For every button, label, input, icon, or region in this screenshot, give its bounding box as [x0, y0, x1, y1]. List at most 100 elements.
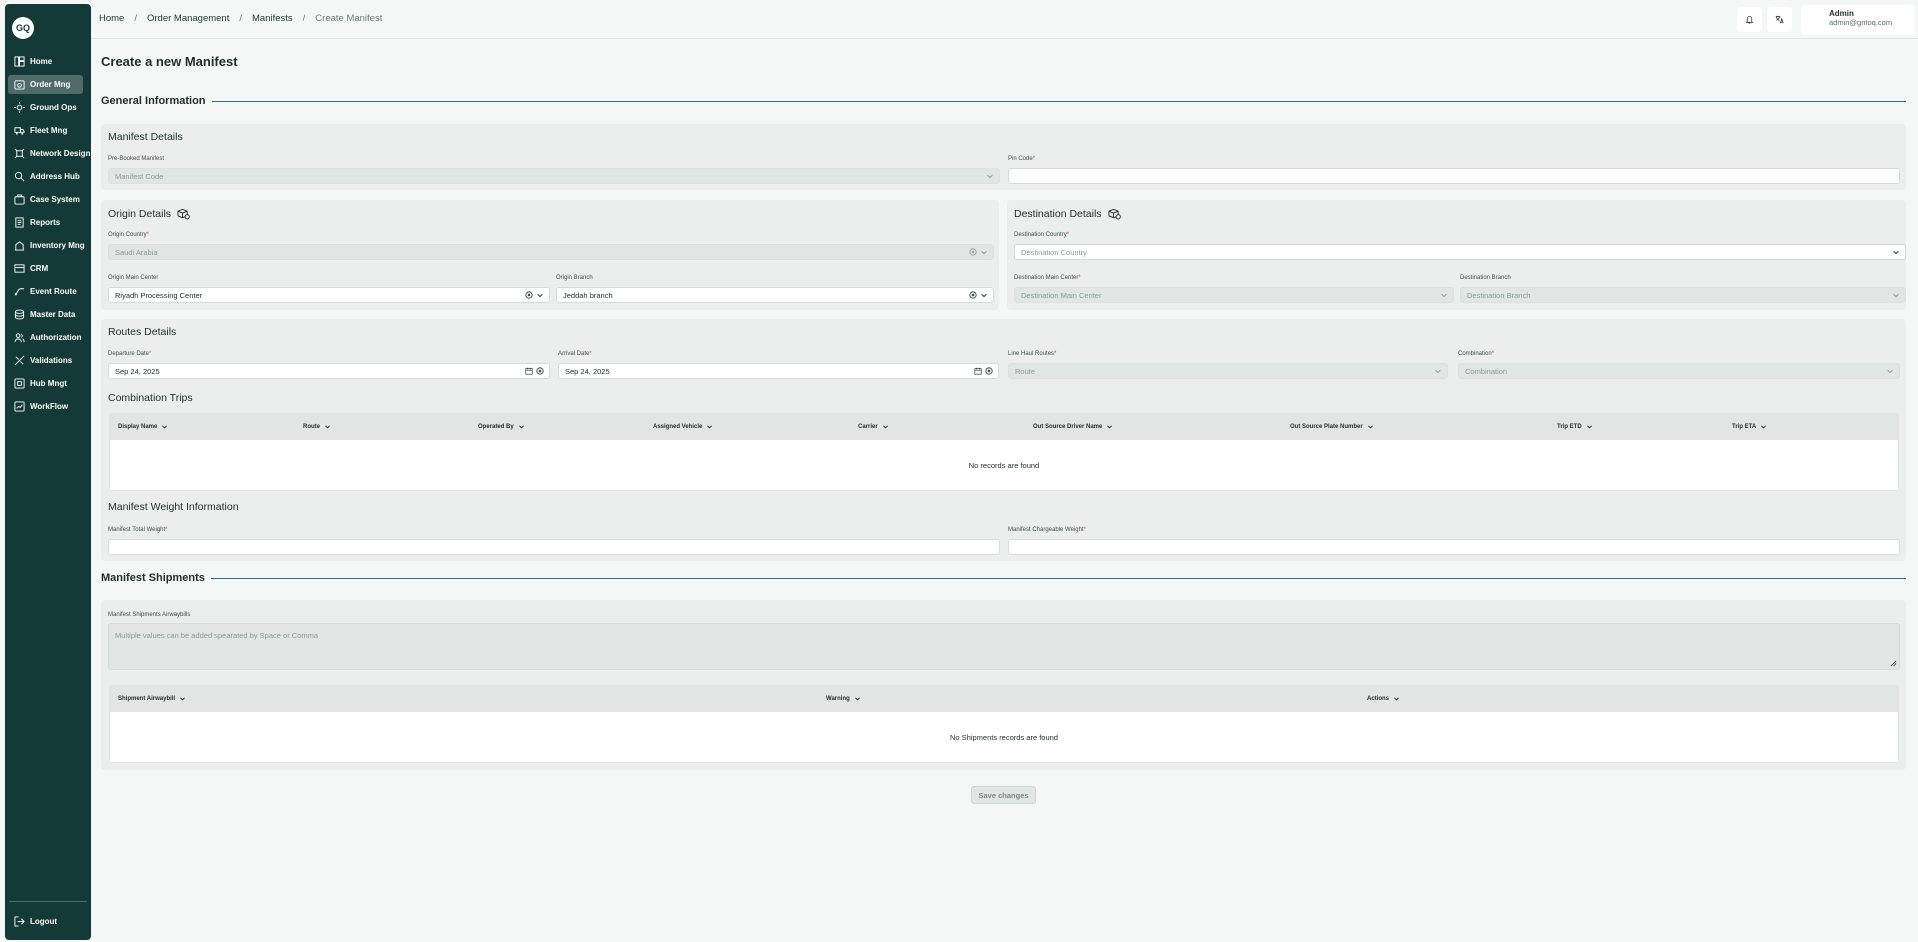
resize-handle-icon[interactable]	[1890, 660, 1897, 667]
sidebar-item-order-mng[interactable]: Order Mng	[8, 75, 83, 94]
page-title: Create a new Manifest	[101, 54, 238, 69]
column-header-plate-number[interactable]: Out Source Plate Number	[1290, 423, 1374, 430]
sidebar-item-label: Case System	[30, 195, 80, 204]
manifest-details-card: Manifest Details Pre-Booked Manifest Man…	[101, 124, 1906, 190]
hub-icon	[14, 378, 25, 389]
sidebar-item-ground-ops[interactable]: Ground Ops	[8, 98, 83, 117]
sidebar-item-inventory-mng[interactable]: Inventory Mng	[8, 236, 85, 255]
sidebar-item-fleet-mng[interactable]: Fleet Mng	[8, 121, 83, 140]
column-header-display-name[interactable]: Display Name	[118, 423, 168, 430]
origin-main-center-select[interactable]: Riyadh Processing Center	[108, 287, 550, 303]
routes-details-card: Routes Details Departure Date* Sep 24, 2…	[101, 319, 1906, 561]
chevron-down-icon	[518, 425, 524, 429]
clear-icon[interactable]	[985, 367, 993, 375]
origin-country-select[interactable]: Saudi Arabia	[108, 244, 994, 260]
logout-button[interactable]: Logout	[8, 912, 83, 931]
save-changes-button[interactable]: Save changes	[971, 786, 1036, 804]
sidebar-item-label: Reports	[30, 218, 61, 227]
sidebar-item-reports[interactable]: Reports	[8, 213, 83, 232]
field-label: Pre-Booked Manifest	[108, 156, 165, 162]
sidebar-item-label: WorkFlow	[30, 402, 69, 411]
chevron-down-icon	[1887, 369, 1893, 374]
breadcrumb-manifests[interactable]: Manifests	[252, 13, 293, 24]
departure-date-input[interactable]: Sep 24, 2025	[108, 363, 550, 379]
chargeable-weight-input[interactable]	[1008, 539, 1900, 555]
column-header-shipment-airwaybill[interactable]: Shipment Airwaybill	[118, 695, 186, 702]
sidebar-item-master-data[interactable]: Master Data	[8, 305, 83, 324]
combination-select[interactable]: Combination	[1458, 363, 1900, 379]
field-label: Line Haul Routes*	[1008, 351, 1057, 357]
chevron-down-icon	[1394, 697, 1399, 701]
calendar-icon[interactable]	[974, 367, 982, 375]
breadcrumb-home[interactable]: Home	[99, 13, 124, 24]
card-title: Combination Trips	[108, 392, 193, 404]
chevron-down-icon	[981, 293, 987, 298]
sidebar: GQ Home Order Mng Ground Ops Fleet Mng N…	[5, 4, 91, 940]
address-icon	[14, 171, 25, 182]
clear-icon[interactable]	[969, 291, 977, 299]
column-header-warning[interactable]: Warning	[826, 695, 861, 702]
chevron-down-icon	[1107, 425, 1113, 429]
crm-icon	[14, 264, 25, 273]
breadcrumb-order-management[interactable]: Order Management	[147, 13, 229, 24]
field-label: Manifest Chargeable Weight*	[1008, 527, 1086, 533]
clear-icon[interactable]	[536, 367, 544, 375]
user-menu[interactable]: Admin admin@gntoq.com	[1801, 5, 1915, 35]
combination-trips-table-body: No records are found	[109, 440, 1899, 491]
sidebar-item-crm[interactable]: CRM	[8, 259, 83, 278]
breadcrumb: Home / Order Management / Manifests / Cr…	[99, 13, 382, 24]
column-header-trip-etd[interactable]: Trip ETD	[1557, 423, 1593, 430]
card-title: Destination Details	[1014, 208, 1121, 220]
column-header-driver-name[interactable]: Out Source Driver Name	[1033, 423, 1113, 430]
sidebar-item-hub-mngt[interactable]: Hub Mngt	[8, 374, 83, 393]
column-header-route[interactable]: Route	[303, 423, 331, 430]
sidebar-item-authorization[interactable]: Authorization	[8, 328, 83, 347]
users-icon	[14, 333, 25, 343]
field-label: Origin Branch	[556, 275, 593, 281]
column-header-assigned-vehicle[interactable]: Assigned Vehicle	[653, 423, 713, 430]
validations-icon	[14, 355, 25, 366]
line-haul-routes-select[interactable]: Route	[1008, 363, 1448, 379]
ground-ops-icon	[14, 102, 25, 113]
logout-icon	[14, 916, 25, 927]
chevron-down-icon	[1761, 425, 1767, 429]
sidebar-item-network-design[interactable]: Network Design	[8, 144, 90, 163]
origin-branch-select[interactable]: Jeddah branch	[556, 287, 994, 303]
sidebar-item-address-hub[interactable]: Address Hub	[8, 167, 83, 186]
sidebar-divider	[9, 901, 87, 902]
column-header-operated-by[interactable]: Operated By	[478, 423, 525, 430]
bell-icon	[1745, 16, 1754, 24]
sidebar-item-home[interactable]: Home	[8, 52, 83, 71]
sidebar-item-label: Validations	[30, 356, 73, 365]
database-icon	[14, 309, 25, 320]
destination-main-center-select[interactable]: Destination Main Center	[1014, 287, 1454, 303]
destination-branch-select[interactable]: Destination Branch	[1460, 287, 1906, 303]
chevron-down-icon	[1367, 425, 1373, 429]
section-title-shipments: Manifest Shipments	[101, 572, 211, 584]
airwaybills-textarea[interactable]: Multiple values can be added spearated b…	[108, 623, 1900, 670]
sidebar-item-event-route[interactable]: Event Route	[8, 282, 83, 301]
clear-icon[interactable]	[969, 248, 977, 256]
sidebar-item-workflow[interactable]: WorkFlow	[8, 397, 83, 416]
clear-icon[interactable]	[525, 291, 533, 299]
pre-booked-manifest-select[interactable]: Manifest Code	[108, 168, 1000, 184]
column-header-actions[interactable]: Actions	[1367, 695, 1400, 702]
truck-icon	[14, 127, 25, 135]
app-logo[interactable]: GQ	[12, 17, 34, 39]
translate-icon	[1775, 15, 1784, 24]
translate-button[interactable]	[1767, 7, 1792, 32]
package-icon	[1108, 208, 1121, 220]
user-email: admin@gntoq.com	[1829, 18, 1893, 27]
notifications-button[interactable]	[1737, 7, 1762, 32]
pin-code-input[interactable]	[1008, 168, 1900, 184]
destination-country-select[interactable]: Destination Country	[1014, 244, 1906, 260]
sidebar-item-label: Authorization	[30, 333, 82, 342]
column-header-trip-eta[interactable]: Trip ETA	[1732, 423, 1767, 430]
sidebar-item-validations[interactable]: Validations	[8, 351, 83, 370]
arrival-date-input[interactable]: Sep 24, 2025	[558, 363, 999, 379]
field-label: Origin Main Center	[108, 275, 159, 281]
column-header-carrier[interactable]: Carrier	[858, 423, 889, 430]
total-weight-input[interactable]	[108, 539, 1000, 555]
calendar-icon[interactable]	[525, 367, 533, 375]
sidebar-item-case-system[interactable]: Case System	[8, 190, 83, 209]
